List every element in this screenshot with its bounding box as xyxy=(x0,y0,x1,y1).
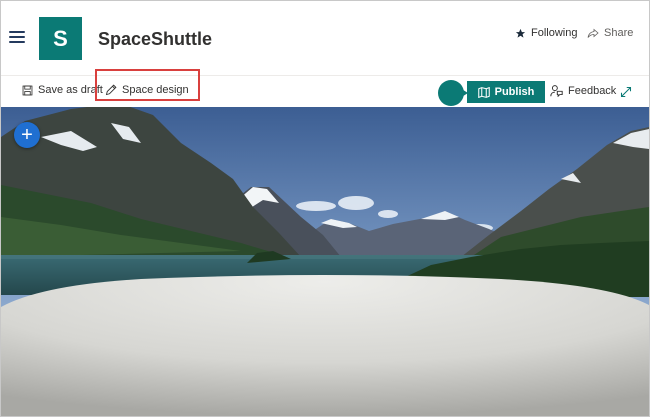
hamburger-icon[interactable] xyxy=(9,31,25,45)
star-icon xyxy=(515,28,526,38)
publish-button[interactable]: Publish xyxy=(467,81,545,103)
site-header: S SpaceShuttle Following Share xyxy=(1,1,649,75)
site-title[interactable]: SpaceShuttle xyxy=(98,29,212,50)
share-label: Share xyxy=(604,27,634,39)
mountain-lake-panorama xyxy=(1,107,649,416)
publish-label: Publish xyxy=(494,86,535,98)
save-as-draft-button[interactable]: Save as draft xyxy=(22,84,103,96)
expand-icon xyxy=(620,86,632,98)
space-design-highlight xyxy=(95,69,200,101)
panorama-canvas[interactable]: + xyxy=(1,107,649,416)
save-as-draft-label: Save as draft xyxy=(38,84,103,96)
share-icon xyxy=(587,28,599,38)
site-logo[interactable]: S xyxy=(39,17,82,60)
following-label: Following xyxy=(531,27,578,39)
following-button[interactable]: Following xyxy=(515,27,577,39)
map-icon xyxy=(477,86,490,98)
site-logo-letter: S xyxy=(53,25,68,51)
feedback-label: Feedback xyxy=(568,84,617,97)
plus-icon: + xyxy=(21,124,33,146)
share-button[interactable]: Share xyxy=(587,27,633,39)
expand-button[interactable] xyxy=(620,85,632,103)
app-window: S SpaceShuttle Following Share Save as d… xyxy=(0,0,650,417)
feedback-icon xyxy=(550,85,563,97)
feedback-button[interactable]: Feedback xyxy=(550,84,616,97)
save-icon xyxy=(22,85,33,95)
add-object-button[interactable]: + xyxy=(14,122,40,148)
